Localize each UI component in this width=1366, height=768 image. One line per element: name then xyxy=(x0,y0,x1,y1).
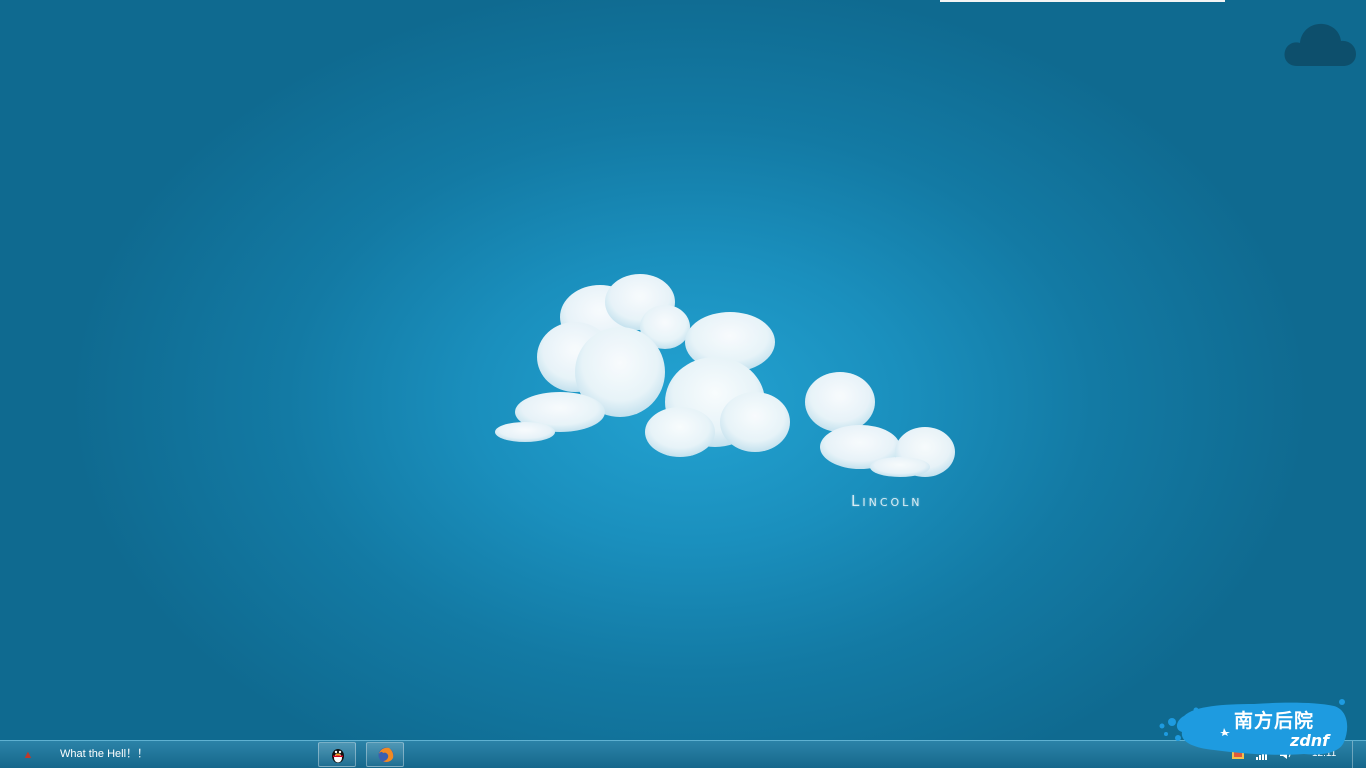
desktop[interactable]: Lincoln xyxy=(0,0,1366,740)
wallpaper-cloud-image xyxy=(495,274,955,477)
top-edge-bar xyxy=(940,0,1225,2)
show-desktop-button[interactable] xyxy=(1352,741,1366,768)
watermark-title: 南方后院 xyxy=(1234,710,1315,732)
show-hidden-arrow-icon[interactable]: ▲ xyxy=(20,747,36,763)
taskbar-button-qq[interactable] xyxy=(318,742,356,767)
qq-penguin-icon xyxy=(332,749,344,763)
wallpaper-caption: Lincoln xyxy=(851,492,923,510)
cloud-widget-icon[interactable] xyxy=(1283,16,1357,68)
taskbar-button-firefox[interactable] xyxy=(366,742,404,767)
watermark-subtitle: zdnf xyxy=(1290,731,1330,750)
firefox-icon xyxy=(378,747,394,763)
active-window-title[interactable]: What the Hell！！ xyxy=(60,747,148,761)
